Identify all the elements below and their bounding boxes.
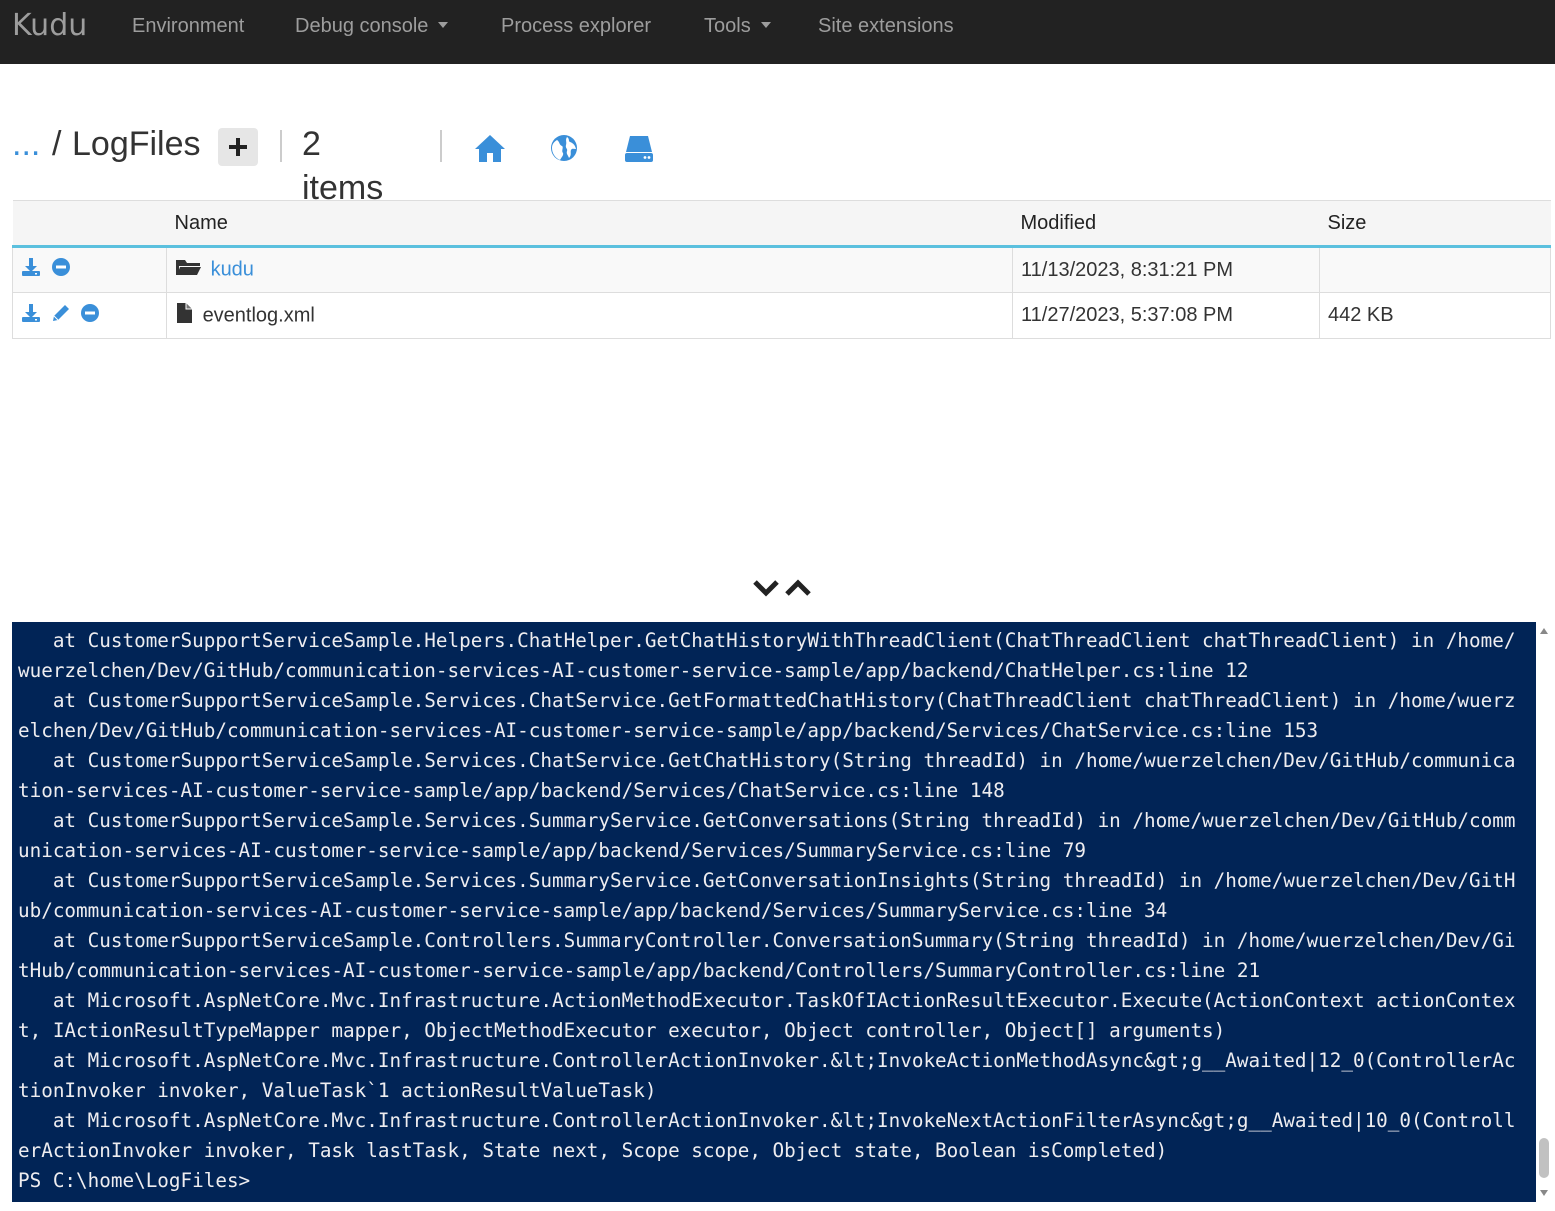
home-icon[interactable] — [474, 130, 506, 174]
delete-icon[interactable] — [51, 257, 71, 283]
top-navbar: Kudu Environment Debug console Process e… — [0, 0, 1555, 64]
nav-debug-console-label: Debug console — [295, 15, 429, 37]
row-size — [1319, 246, 1551, 293]
console-line: at CustomerSupportServiceSample.Services… — [18, 749, 1516, 802]
nav-tools-label: Tools — [704, 15, 751, 37]
breadcrumb-parent-link[interactable]: ... — [12, 122, 40, 166]
console-output: at CustomerSupportServiceSample.Helpers.… — [18, 626, 1524, 1196]
nav-process-explorer[interactable]: Process explorer — [501, 0, 651, 52]
console-line: at Microsoft.AspNetCore.Mvc.Infrastructu… — [18, 989, 1516, 1042]
console-line: at CustomerSupportServiceSample.Services… — [18, 689, 1516, 742]
file-icon — [175, 302, 193, 330]
divider — [440, 130, 442, 162]
header-actions — [12, 200, 167, 248]
row-actions — [12, 246, 167, 293]
console-scrollbar[interactable] — [1536, 622, 1552, 1202]
kudu-logo[interactable]: Kudu — [12, 8, 87, 48]
new-item-button[interactable] — [218, 128, 258, 166]
download-icon[interactable] — [21, 257, 41, 283]
scroll-up-arrow-icon[interactable] — [1540, 628, 1548, 634]
chevron-down-icon[interactable] — [752, 578, 780, 603]
console-prompt[interactable]: PS C:\home\LogFiles> — [18, 1166, 1524, 1196]
table-row: eventlog.xml 11/27/2023, 5:37:08 PM 442 … — [12, 292, 1551, 339]
powershell-console[interactable]: at CustomerSupportServiceSample.Helpers.… — [12, 622, 1536, 1202]
row-modified: 11/27/2023, 5:37:08 PM — [1012, 292, 1320, 339]
globe-icon[interactable] — [549, 130, 579, 174]
brand-text: Kudu — [12, 8, 88, 43]
download-icon[interactable] — [21, 303, 41, 329]
console-line: at CustomerSupportServiceSample.Helpers.… — [18, 629, 1516, 682]
divider — [280, 130, 282, 162]
table-row: kudu 11/13/2023, 8:31:21 PM — [12, 246, 1551, 293]
breadcrumb-separator: / — [52, 125, 62, 163]
nav-site-extensions-label: Site extensions — [818, 15, 954, 37]
edit-icon[interactable] — [51, 303, 71, 329]
nav-debug-console[interactable]: Debug console — [295, 0, 449, 52]
row-size: 442 KB — [1319, 292, 1551, 339]
header-name[interactable]: Name — [166, 200, 1013, 248]
folder-link[interactable]: kudu — [211, 258, 254, 280]
caret-down-icon — [438, 22, 449, 29]
nav-tools[interactable]: Tools — [704, 0, 771, 52]
console-line: at Microsoft.AspNetCore.Mvc.Infrastructu… — [18, 1109, 1516, 1162]
nav-process-explorer-label: Process explorer — [501, 15, 652, 37]
breadcrumb-current-folder: LogFiles — [72, 125, 201, 163]
chevron-up-icon[interactable] — [784, 578, 812, 603]
scroll-down-arrow-icon[interactable] — [1540, 1190, 1548, 1196]
console-line: at Microsoft.AspNetCore.Mvc.Infrastructu… — [18, 1049, 1516, 1102]
file-name[interactable]: eventlog.xml — [203, 304, 315, 326]
caret-down-icon — [760, 22, 771, 29]
file-table: Name Modified Size kudu 11/13/2023, 8:31… — [12, 200, 1551, 339]
nav-environment-label: Environment — [132, 15, 245, 37]
console-line: at CustomerSupportServiceSample.Services… — [18, 809, 1516, 862]
header-modified[interactable]: Modified — [1012, 200, 1320, 248]
row-modified: 11/13/2023, 8:31:21 PM — [1012, 246, 1320, 293]
row-name-cell[interactable]: kudu — [166, 246, 1013, 293]
delete-icon[interactable] — [80, 303, 100, 329]
folder-open-icon — [175, 257, 201, 283]
item-count: 2 items — [302, 125, 384, 207]
console-resize-handle — [750, 578, 814, 600]
console-line: at CustomerSupportServiceSample.Controll… — [18, 929, 1516, 982]
nav-site-extensions[interactable]: Site extensions — [818, 0, 954, 52]
row-name-cell[interactable]: eventlog.xml — [166, 292, 1013, 339]
console-line: at CustomerSupportServiceSample.Services… — [18, 869, 1516, 922]
scrollbar-thumb[interactable] — [1539, 1138, 1549, 1178]
nav-environment[interactable]: Environment — [132, 0, 244, 52]
drive-icon[interactable] — [624, 130, 654, 174]
row-actions — [12, 292, 167, 339]
header-size[interactable]: Size — [1319, 200, 1551, 248]
table-header-row: Name Modified Size — [12, 200, 1551, 248]
